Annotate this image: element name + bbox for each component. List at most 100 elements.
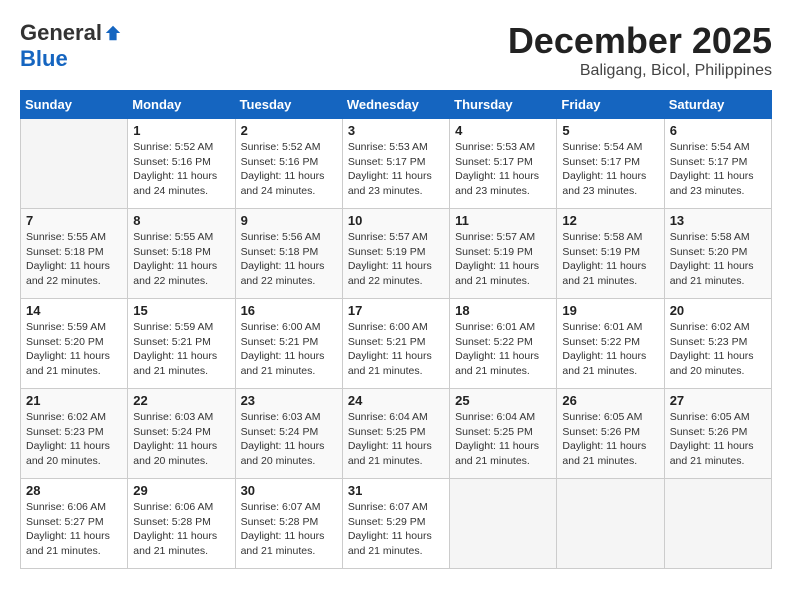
day-number: 12 [562,213,658,228]
calendar-cell: 9 Sunrise: 5:56 AMSunset: 5:18 PMDaylight… [235,209,342,299]
day-number: 20 [670,303,766,318]
calendar-cell [557,479,664,569]
weekday-header-monday: Monday [128,91,235,119]
week-row-1: 1 Sunrise: 5:52 AMSunset: 5:16 PMDaylight… [21,119,772,209]
day-info: Sunrise: 5:54 AMSunset: 5:17 PMDaylight:… [670,140,766,199]
calendar-cell: 27 Sunrise: 6:05 AMSunset: 5:26 PMDayligh… [664,389,771,479]
calendar-cell: 19 Sunrise: 6:01 AMSunset: 5:22 PMDayligh… [557,299,664,389]
calendar-cell: 18 Sunrise: 6:01 AMSunset: 5:22 PMDayligh… [450,299,557,389]
week-row-3: 14Sunrise: 5:59 AMSunset: 5:20 PMDayligh… [21,299,772,389]
logo-general-text: General [20,20,102,46]
calendar-cell [21,119,128,209]
day-number: 21 [26,393,122,408]
calendar-cell: 1Sunrise: 5:52 AMSunset: 5:16 PMDaylight… [128,119,235,209]
day-info: Sunrise: 6:05 AMSunset: 5:26 PMDaylight:… [670,410,766,469]
day-info: Sunrise: 5:52 AMSunset: 5:16 PMDaylight:… [241,140,337,199]
calendar-cell: 13 Sunrise: 5:58 AMSunset: 5:20 PMDayligh… [664,209,771,299]
day-number: 14 [26,303,122,318]
day-info: Sunrise: 6:01 AMSunset: 5:22 PMDaylight:… [562,320,658,379]
day-info: Sunrise: 5:58 AMSunset: 5:19 PMDaylight:… [562,230,658,289]
day-number: 11 [455,213,551,228]
day-number: 4 [455,123,551,138]
month-title: December 2025 [508,20,772,62]
day-number: 31 [348,483,444,498]
calendar-cell: 26 Sunrise: 6:05 AMSunset: 5:26 PMDayligh… [557,389,664,479]
day-info: Sunrise: 6:02 AMSunset: 5:23 PMDaylight:… [670,320,766,379]
title-block: December 2025 Baligang, Bicol, Philippin… [508,20,772,80]
day-number: 27 [670,393,766,408]
logo: General Blue [20,20,122,72]
weekday-header-tuesday: Tuesday [235,91,342,119]
calendar-cell: 25Sunrise: 6:04 AMSunset: 5:25 PMDayligh… [450,389,557,479]
day-number: 22 [133,393,229,408]
day-info: Sunrise: 6:06 AMSunset: 5:27 PMDaylight:… [26,500,122,559]
day-number: 9 [241,213,337,228]
day-number: 26 [562,393,658,408]
calendar-cell: 29 Sunrise: 6:06 AMSunset: 5:28 PMDayligh… [128,479,235,569]
calendar-cell: 11 Sunrise: 5:57 AMSunset: 5:19 PMDayligh… [450,209,557,299]
day-info: Sunrise: 6:06 AMSunset: 5:28 PMDaylight:… [133,500,229,559]
day-info: Sunrise: 6:05 AMSunset: 5:26 PMDaylight:… [562,410,658,469]
day-info: Sunrise: 6:03 AMSunset: 5:24 PMDaylight:… [133,410,229,469]
weekday-header-row: SundayMondayTuesdayWednesdayThursdayFrid… [21,91,772,119]
day-info: Sunrise: 6:00 AMSunset: 5:21 PMDaylight:… [348,320,444,379]
calendar-cell: 6 Sunrise: 5:54 AMSunset: 5:17 PMDaylight… [664,119,771,209]
calendar-cell: 21 Sunrise: 6:02 AMSunset: 5:23 PMDayligh… [21,389,128,479]
calendar-cell: 31 Sunrise: 6:07 AMSunset: 5:29 PMDayligh… [342,479,449,569]
day-info: Sunrise: 5:53 AMSunset: 5:17 PMDaylight:… [455,140,551,199]
day-info: Sunrise: 5:59 AMSunset: 5:21 PMDaylight:… [133,320,229,379]
day-number: 13 [670,213,766,228]
day-number: 3 [348,123,444,138]
week-row-2: 7Sunrise: 5:55 AMSunset: 5:18 PMDaylight… [21,209,772,299]
day-number: 1 [133,123,229,138]
day-info: Sunrise: 5:55 AMSunset: 5:18 PMDaylight:… [133,230,229,289]
week-row-4: 21 Sunrise: 6:02 AMSunset: 5:23 PMDayligh… [21,389,772,479]
day-number: 30 [241,483,337,498]
calendar-cell: 15 Sunrise: 5:59 AMSunset: 5:21 PMDayligh… [128,299,235,389]
day-number: 2 [241,123,337,138]
day-info: Sunrise: 5:56 AMSunset: 5:18 PMDaylight:… [241,230,337,289]
day-info: Sunrise: 5:55 AMSunset: 5:18 PMDaylight:… [26,230,122,289]
location: Baligang, Bicol, Philippines [508,62,772,80]
day-number: 17 [348,303,444,318]
week-row-5: 28 Sunrise: 6:06 AMSunset: 5:27 PMDayligh… [21,479,772,569]
day-number: 25 [455,393,551,408]
page-header: General Blue December 2025 Baligang, Bic… [20,20,772,80]
calendar-cell: 16Sunrise: 6:00 AMSunset: 5:21 PMDayligh… [235,299,342,389]
day-info: Sunrise: 5:57 AMSunset: 5:19 PMDaylight:… [455,230,551,289]
weekday-header-thursday: Thursday [450,91,557,119]
day-info: Sunrise: 6:07 AMSunset: 5:29 PMDaylight:… [348,500,444,559]
calendar-cell: 17 Sunrise: 6:00 AMSunset: 5:21 PMDayligh… [342,299,449,389]
calendar-cell: 14Sunrise: 5:59 AMSunset: 5:20 PMDayligh… [21,299,128,389]
calendar-cell [450,479,557,569]
day-info: Sunrise: 6:03 AMSunset: 5:24 PMDaylight:… [241,410,337,469]
day-number: 15 [133,303,229,318]
day-number: 29 [133,483,229,498]
calendar-cell: 5 Sunrise: 5:54 AMSunset: 5:17 PMDaylight… [557,119,664,209]
calendar-cell: 22 Sunrise: 6:03 AMSunset: 5:24 PMDayligh… [128,389,235,479]
calendar-cell: 8 Sunrise: 5:55 AMSunset: 5:18 PMDaylight… [128,209,235,299]
day-info: Sunrise: 6:02 AMSunset: 5:23 PMDaylight:… [26,410,122,469]
day-number: 5 [562,123,658,138]
day-number: 8 [133,213,229,228]
day-number: 28 [26,483,122,498]
day-info: Sunrise: 6:04 AMSunset: 5:25 PMDaylight:… [348,410,444,469]
day-number: 18 [455,303,551,318]
day-number: 24 [348,393,444,408]
day-info: Sunrise: 5:53 AMSunset: 5:17 PMDaylight:… [348,140,444,199]
day-info: Sunrise: 5:58 AMSunset: 5:20 PMDaylight:… [670,230,766,289]
calendar-cell: 2 Sunrise: 5:52 AMSunset: 5:16 PMDaylight… [235,119,342,209]
calendar-cell: 23Sunrise: 6:03 AMSunset: 5:24 PMDayligh… [235,389,342,479]
calendar-cell: 12 Sunrise: 5:58 AMSunset: 5:19 PMDayligh… [557,209,664,299]
day-info: Sunrise: 5:54 AMSunset: 5:17 PMDaylight:… [562,140,658,199]
weekday-header-friday: Friday [557,91,664,119]
calendar-cell [664,479,771,569]
logo-blue-text: Blue [20,46,68,71]
day-info: Sunrise: 6:01 AMSunset: 5:22 PMDaylight:… [455,320,551,379]
calendar-cell: 3 Sunrise: 5:53 AMSunset: 5:17 PMDaylight… [342,119,449,209]
day-info: Sunrise: 5:57 AMSunset: 5:19 PMDaylight:… [348,230,444,289]
day-number: 6 [670,123,766,138]
weekday-header-wednesday: Wednesday [342,91,449,119]
day-number: 19 [562,303,658,318]
logo-icon [104,24,122,42]
